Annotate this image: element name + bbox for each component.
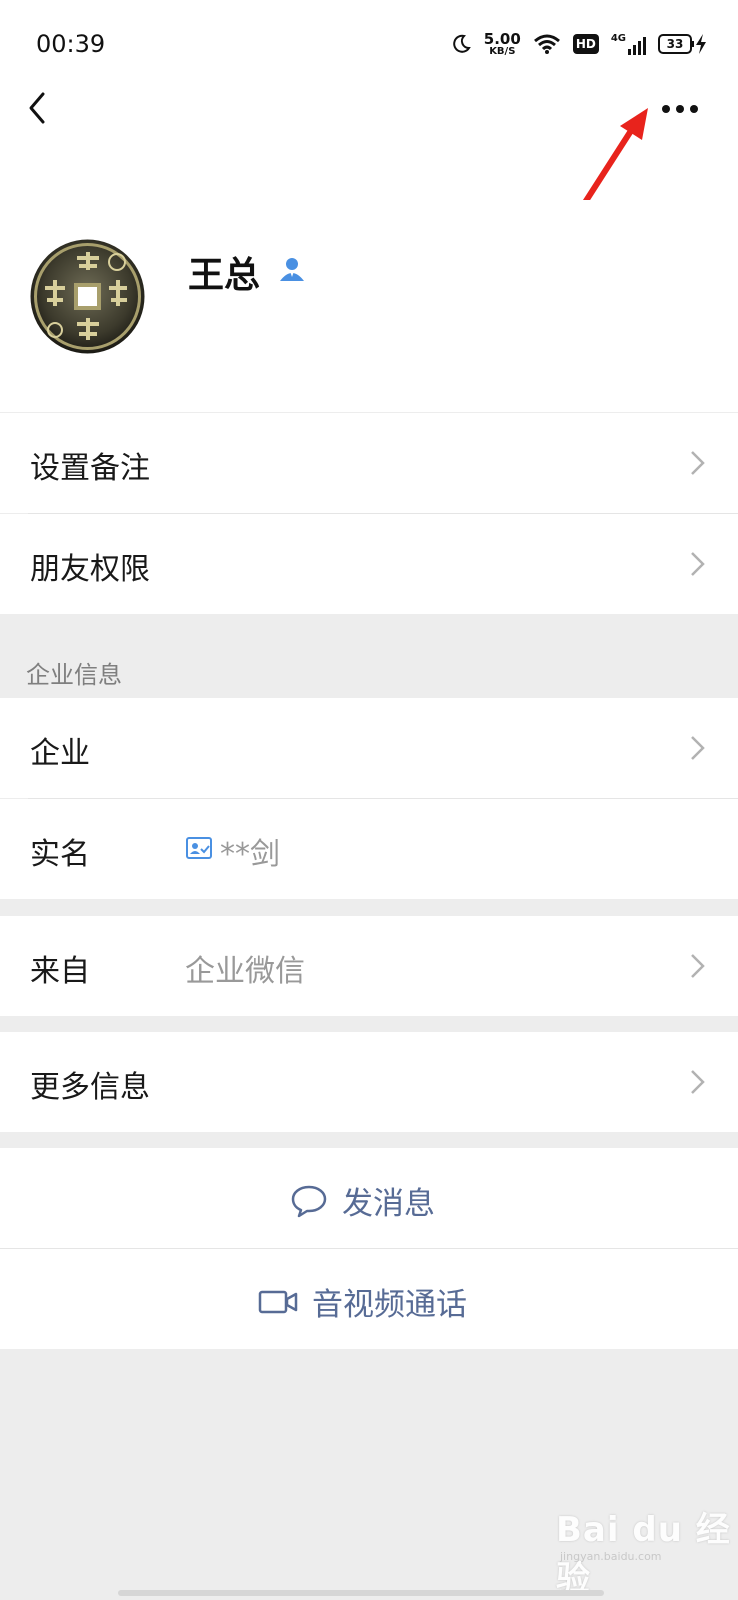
status-bar: 00:39 5.00 KB/S HD 4G 33 bbox=[0, 0, 738, 90]
profile-header: 王总 bbox=[0, 200, 738, 412]
status-time: 00:39 bbox=[36, 30, 106, 58]
friend-permission-label: 朋友权限 bbox=[30, 552, 150, 587]
signal-icon: 4G bbox=[611, 33, 646, 55]
moon-icon bbox=[453, 34, 471, 53]
avatar[interactable] bbox=[29, 238, 146, 355]
battery-icon: 33 bbox=[658, 33, 708, 55]
company-row[interactable]: 企业 bbox=[0, 698, 738, 798]
realname-value: **剑 bbox=[220, 837, 280, 872]
chat-bubble-icon bbox=[291, 1185, 327, 1217]
more-dots-icon[interactable] bbox=[660, 94, 710, 124]
realname-row: 实名 **剑 bbox=[0, 799, 738, 899]
charging-icon bbox=[696, 34, 706, 54]
contact-person-icon bbox=[280, 258, 304, 281]
chevron-right-icon bbox=[691, 736, 705, 760]
send-message-button[interactable]: 发消息 bbox=[0, 1148, 738, 1248]
video-call-button[interactable]: 音视频通话 bbox=[0, 1249, 738, 1349]
set-remark-label: 设置备注 bbox=[30, 451, 150, 486]
video-call-label: 音视频通话 bbox=[312, 1287, 467, 1323]
battery-level: 33 bbox=[658, 34, 692, 54]
send-message-label: 发消息 bbox=[342, 1186, 435, 1222]
video-camera-icon bbox=[258, 1290, 298, 1313]
id-card-icon bbox=[186, 837, 212, 859]
home-indicator[interactable] bbox=[118, 1590, 604, 1596]
wifi-icon bbox=[533, 34, 560, 54]
company-label: 企业 bbox=[30, 736, 90, 771]
chevron-right-icon bbox=[691, 1070, 705, 1094]
net-speed-value: 5.00 bbox=[483, 29, 521, 48]
baidu-watermark-url: jingyan.baidu.com bbox=[560, 1550, 662, 1563]
profile-name: 王总 bbox=[188, 255, 261, 296]
net-speed: 5.00 KB/S bbox=[483, 29, 521, 57]
source-label: 来自 bbox=[30, 954, 90, 989]
hd-icon: HD bbox=[572, 34, 599, 54]
chevron-right-icon bbox=[691, 451, 705, 475]
chevron-right-icon bbox=[691, 954, 705, 978]
chevron-right-icon bbox=[691, 552, 705, 576]
enterprise-section-title: 企业信息 bbox=[26, 661, 122, 689]
source-value: 企业微信 bbox=[185, 954, 305, 989]
back-icon[interactable] bbox=[24, 90, 64, 130]
set-remark-row[interactable]: 设置备注 bbox=[0, 413, 738, 513]
friend-permission-row[interactable]: 朋友权限 bbox=[0, 514, 738, 614]
net-speed-unit: KB/S bbox=[489, 45, 516, 57]
status-icons: 5.00 KB/S HD 4G 33 bbox=[450, 26, 708, 62]
source-row[interactable]: 来自 企业微信 bbox=[0, 916, 738, 1016]
nav-bar bbox=[0, 90, 738, 200]
signal-label: 4G bbox=[610, 33, 626, 44]
realname-label: 实名 bbox=[30, 837, 90, 872]
more-info-row[interactable]: 更多信息 bbox=[0, 1032, 738, 1132]
more-info-label: 更多信息 bbox=[30, 1070, 150, 1105]
